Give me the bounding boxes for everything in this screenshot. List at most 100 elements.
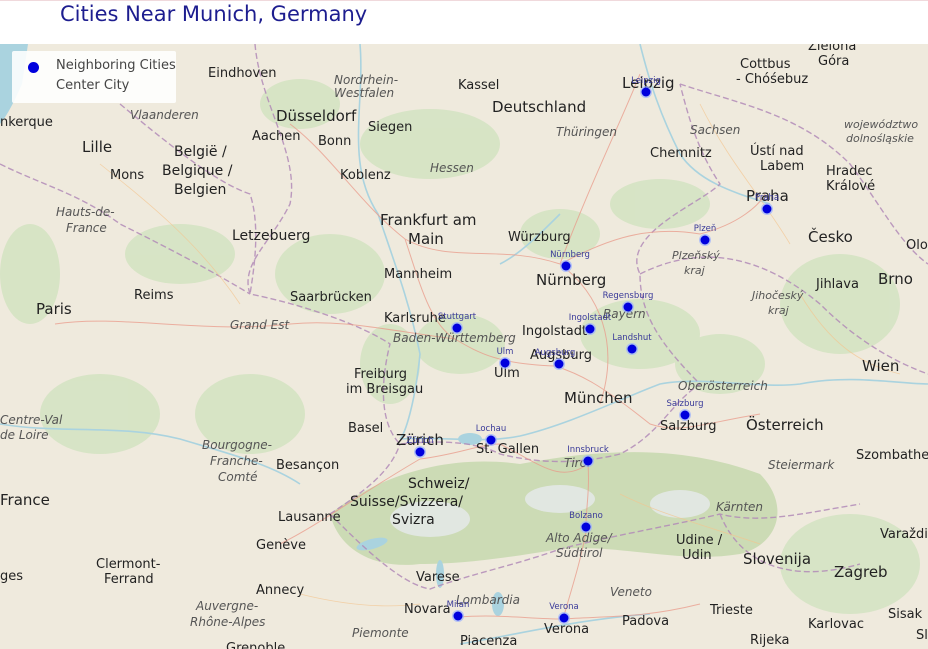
city-marker-leipzig[interactable] — [641, 87, 651, 97]
label-region: Nordrhein- — [334, 73, 398, 87]
city-marker-verona[interactable] — [559, 613, 569, 623]
label-region: Sachsen — [690, 123, 740, 137]
label-region: Rhône-Alpes — [190, 615, 265, 629]
label-city: Paris — [36, 300, 72, 318]
label-city: Bonn — [318, 134, 351, 149]
label-city: Nürnberg — [536, 271, 606, 289]
label-city: Varaždin — [880, 527, 928, 542]
city-marker-zurich[interactable] — [415, 447, 425, 457]
label-region: Kärnten — [716, 500, 763, 514]
label-region: Auvergne- — [195, 599, 258, 613]
label-city: Besançon — [276, 458, 339, 473]
label-deutschland: Deutschland — [492, 98, 586, 116]
map-canvas[interactable]: Deutschland België / Belgique / Belgien … — [0, 44, 928, 649]
city-marker-plzen[interactable] — [700, 235, 710, 245]
label-cesko: Česko — [808, 227, 853, 246]
city-marker-label-zurich: Zürich — [406, 436, 433, 446]
label-city: Karlovac — [808, 617, 864, 632]
city-marker-label-augsburg: Augsburg — [535, 348, 576, 358]
label-city: Reims — [134, 288, 174, 303]
label-city: Lille — [82, 138, 112, 156]
label-city: im Breisgau — [346, 382, 423, 397]
label-city: Sl — [916, 628, 928, 643]
city-marker-label-stuttgart: Stuttgart — [438, 312, 477, 322]
label-city: Novara — [404, 602, 451, 617]
label-belgie-3: Belgien — [174, 182, 226, 198]
label-city: Zagreb — [834, 563, 888, 581]
label-region: województwo — [844, 118, 918, 131]
label-city: Genève — [256, 538, 306, 553]
label-city: Main — [408, 230, 444, 248]
city-marker-label-ulm: Ulm — [497, 347, 514, 357]
label-city: Ferrand — [104, 572, 154, 587]
city-marker-label-nurnberg: Nürnberg — [550, 250, 590, 260]
label-letzebuerg: Letzebuerg — [232, 228, 310, 244]
city-marker-praha[interactable] — [762, 204, 772, 214]
label-city: Zielona — [808, 44, 856, 54]
label-belgie-1: België / — [174, 144, 227, 160]
city-marker-nurnberg[interactable] — [561, 261, 571, 271]
label-city: Piacenza — [460, 634, 517, 649]
city-marker-label-plzen: Plzeň — [694, 223, 717, 234]
label-city: Aachen — [252, 129, 300, 144]
city-marker-salzburg[interactable] — [680, 410, 690, 420]
label-schweiz-2: Suisse/Svizzera/ — [350, 494, 463, 510]
city-marker-ulm[interactable] — [500, 358, 510, 368]
label-city: Düsseldorf — [276, 107, 357, 125]
label-city: Cottbus — [740, 57, 791, 72]
label-city: Brno — [878, 270, 913, 288]
label-city: Saarbrücken — [290, 290, 372, 305]
label-city: Trieste — [709, 603, 753, 618]
label-region: France — [66, 221, 107, 235]
city-marker-augsburg[interactable] — [554, 359, 564, 369]
label-city: Karlsruhe — [384, 311, 446, 326]
city-marker-lochau[interactable] — [486, 435, 496, 445]
legend: Neighboring Cities Center City — [12, 51, 176, 103]
city-marker-label-leipzig: Leipzig — [631, 76, 661, 86]
city-marker-label-bolzano: Bolzano — [569, 511, 603, 521]
label-city: Clermont- — [96, 557, 161, 572]
city-marker-innsbruck[interactable] — [583, 456, 593, 466]
label-france: France — [0, 491, 50, 509]
label-city: - Chóśebuz — [736, 72, 808, 87]
map-title: Cities Near Munich, Germany — [60, 2, 368, 26]
label-city: München — [564, 389, 632, 407]
label-region: Comté — [218, 470, 258, 484]
label-region: Südtirol — [556, 546, 603, 560]
label-region: Franche- — [210, 454, 263, 468]
label-region: kraj — [684, 264, 706, 277]
city-marker-milan[interactable] — [453, 611, 463, 621]
city-marker-ingolstadt[interactable] — [585, 324, 595, 334]
city-marker-label-regensburg: Regensburg — [603, 291, 654, 301]
label-city: Kassel — [458, 78, 499, 93]
label-city: Wien — [862, 357, 899, 375]
label-region: Centre-Val — [0, 413, 63, 427]
city-marker-regensburg[interactable] — [623, 302, 633, 312]
label-region: Grand Est — [230, 318, 290, 332]
label-region: de Loire — [0, 428, 49, 442]
city-marker-label-salzburg: Salzburg — [667, 399, 704, 409]
city-marker-label-landshut: Landshut — [612, 333, 652, 343]
label-city: Labem — [760, 159, 804, 174]
label-city: Udine / — [676, 533, 723, 548]
label-city: Góra — [818, 54, 849, 69]
label-city: Udin — [682, 548, 712, 563]
label-city: Jihlava — [815, 277, 859, 292]
label-region: Oberösterreich — [678, 379, 768, 393]
label-city: Koblenz — [340, 168, 391, 183]
label-city: Würzburg — [508, 230, 571, 245]
city-marker-landshut[interactable] — [627, 344, 637, 354]
label-city: Siegen — [368, 120, 412, 135]
label-city: Sisak — [888, 607, 923, 622]
city-marker-stuttgart[interactable] — [452, 323, 462, 333]
label-region: Veneto — [610, 585, 652, 599]
city-marker-label-lochau: Lochau — [476, 424, 506, 434]
label-city: Freiburg — [354, 367, 407, 382]
label-city: Rijeka — [750, 633, 790, 648]
city-marker-bolzano[interactable] — [581, 522, 591, 532]
label-city: Verona — [544, 622, 589, 637]
label-city: Hradec — [826, 164, 872, 179]
label-osterreich: Österreich — [746, 415, 824, 434]
label-city: Varese — [416, 570, 460, 585]
label-city: Annecy — [256, 583, 305, 598]
